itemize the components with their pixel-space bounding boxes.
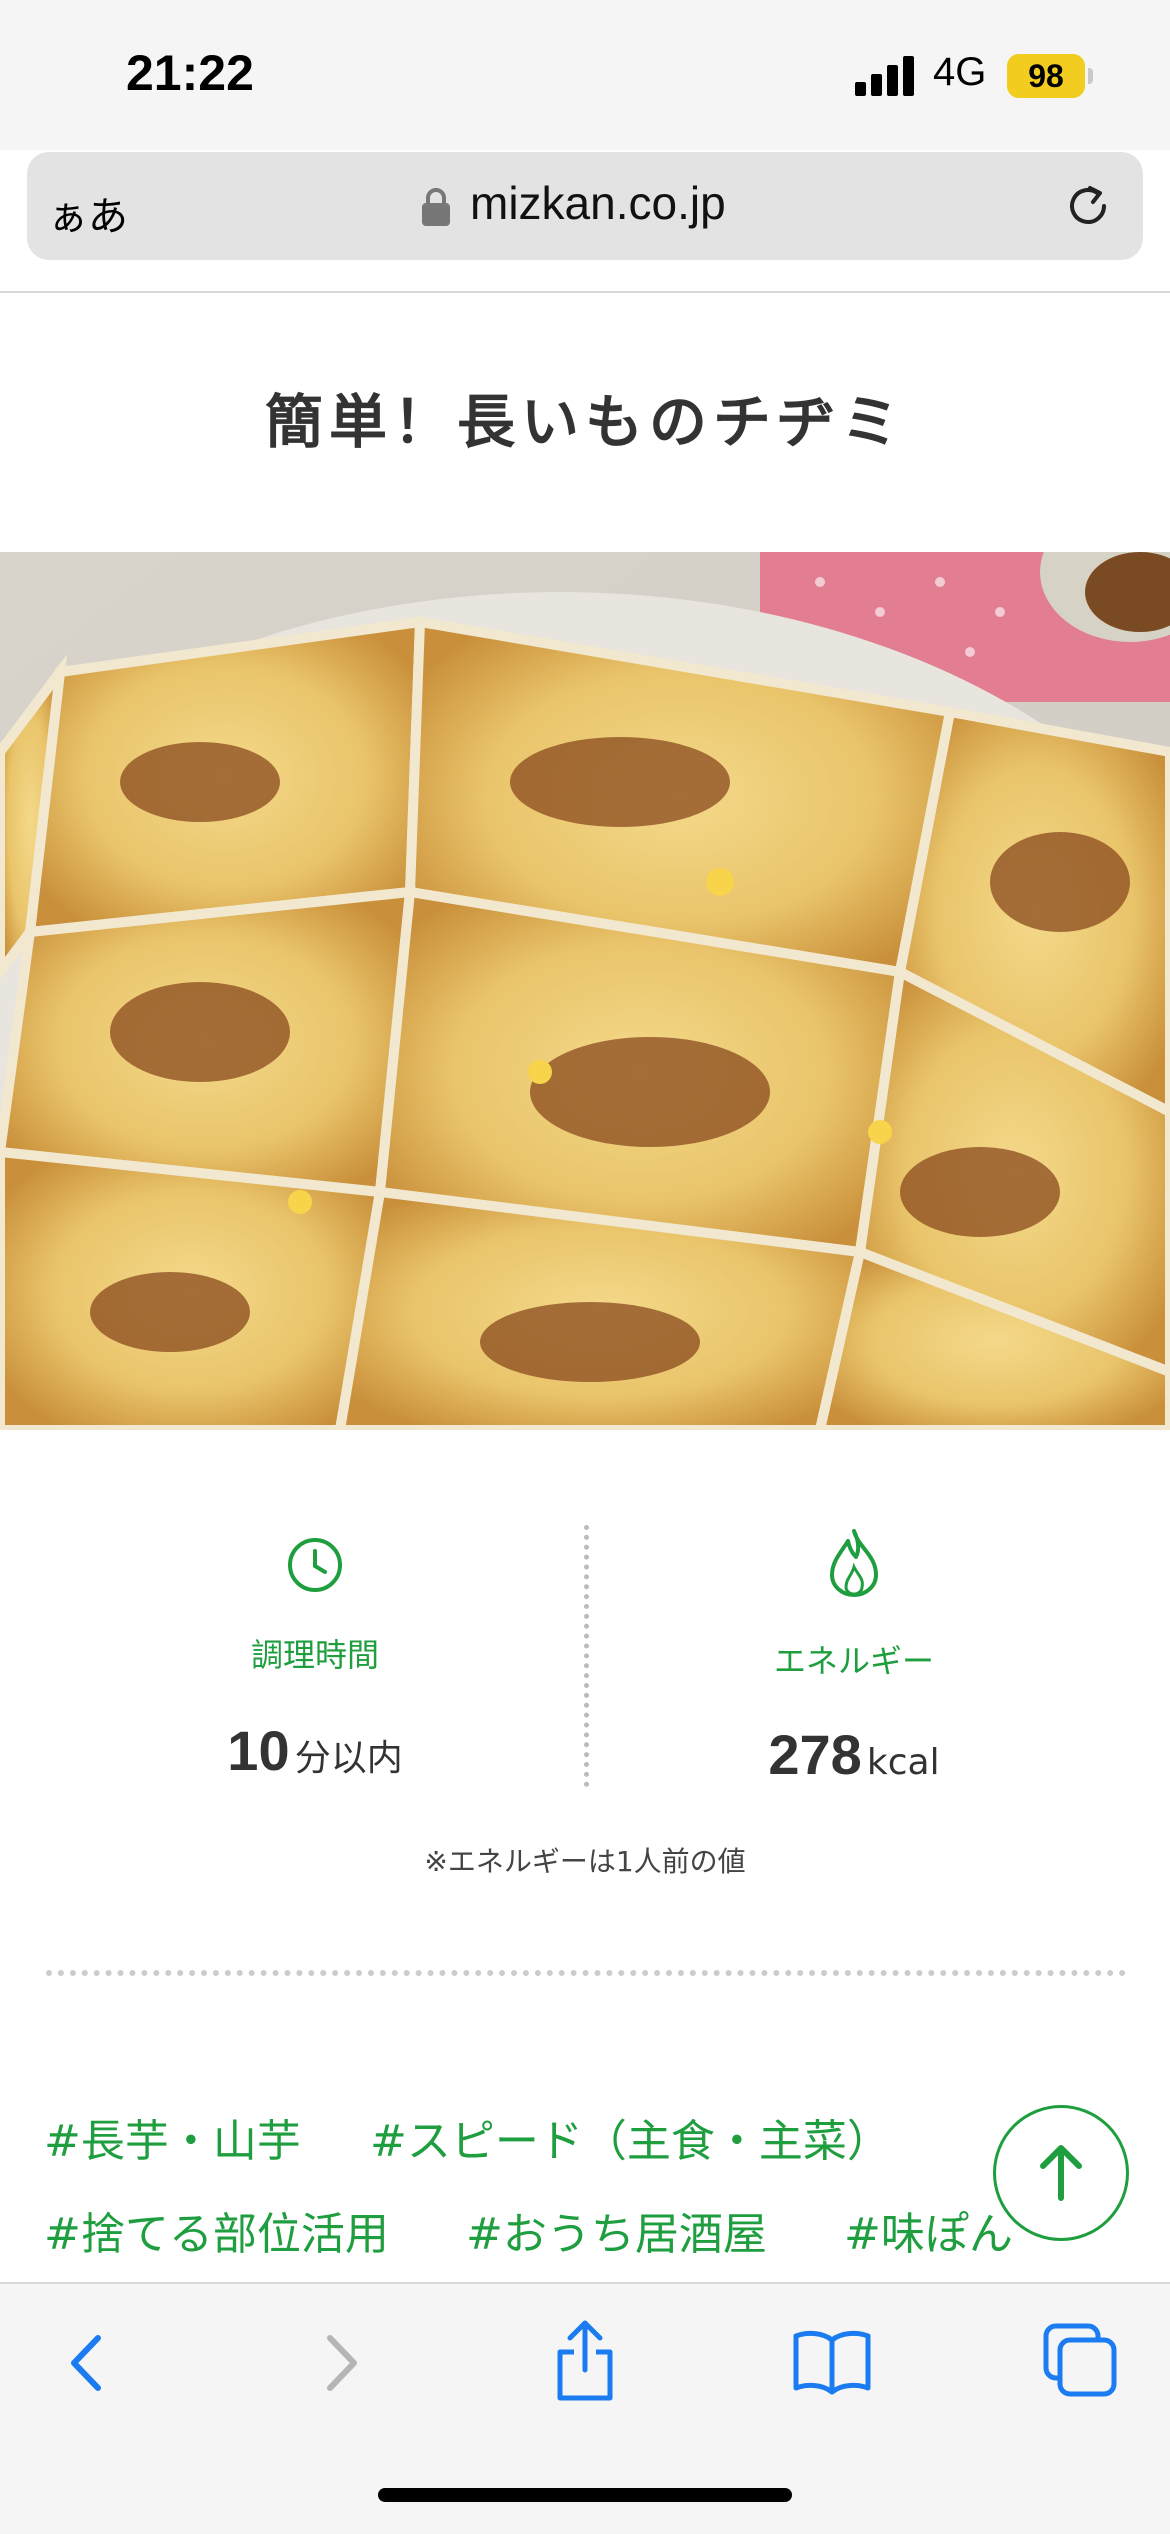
- tabs-icon[interactable]: [1042, 2322, 1118, 2398]
- cook-time-number: 10: [227, 1719, 290, 1782]
- home-indicator: [378, 2488, 792, 2502]
- status-time: 21:22: [126, 45, 254, 101]
- energy-note: ※エネルギーは1人前の値: [424, 1845, 746, 1878]
- forward-icon[interactable]: [312, 2328, 368, 2398]
- recipe-photo: [0, 552, 1170, 1430]
- energy-unit: kcal: [866, 1742, 940, 1783]
- flame-icon: [830, 1529, 878, 1597]
- header-divider: [0, 291, 1170, 293]
- tag-link[interactable]: #味ぽん: [844, 2198, 1013, 2262]
- cook-time-value: 10 分以内: [115, 1718, 515, 1783]
- energy-number: 278: [768, 1723, 862, 1786]
- url-text[interactable]: mizkan.co.jp: [470, 176, 726, 230]
- arrow-up-icon: [1040, 2145, 1082, 2201]
- stats-divider: [584, 1525, 589, 1787]
- energy-value: 278 kcal: [654, 1722, 1054, 1787]
- tag-link[interactable]: #長芋・山芋: [44, 2105, 301, 2169]
- energy-label: エネルギー: [773, 1642, 934, 1680]
- share-icon[interactable]: [552, 2318, 618, 2404]
- battery-indicator: 98: [1007, 54, 1085, 98]
- cook-time-unit: 分以内: [294, 1738, 403, 1779]
- lock-icon: [422, 188, 450, 226]
- signal-icon: [855, 56, 914, 96]
- scroll-top-button[interactable]: [993, 2105, 1129, 2241]
- clock-icon: [288, 1538, 342, 1592]
- back-icon[interactable]: [60, 2328, 116, 2398]
- network-type: 4G: [933, 50, 987, 94]
- tag-link[interactable]: #おうち居酒屋: [466, 2198, 767, 2262]
- tag-link[interactable]: #捨てる部位活用: [44, 2198, 389, 2262]
- section-divider: [46, 1970, 1126, 1976]
- battery-nub: [1088, 68, 1093, 84]
- page-title: 簡単！長いものチヂミ: [264, 388, 905, 456]
- cook-time-label: 調理時間: [250, 1636, 379, 1674]
- text-size-button[interactable]: ぁあ: [48, 184, 128, 242]
- tag-link[interactable]: #スピード（主食・主菜）: [370, 2105, 891, 2169]
- bookmarks-icon[interactable]: [792, 2326, 872, 2396]
- reload-icon[interactable]: [1062, 180, 1114, 232]
